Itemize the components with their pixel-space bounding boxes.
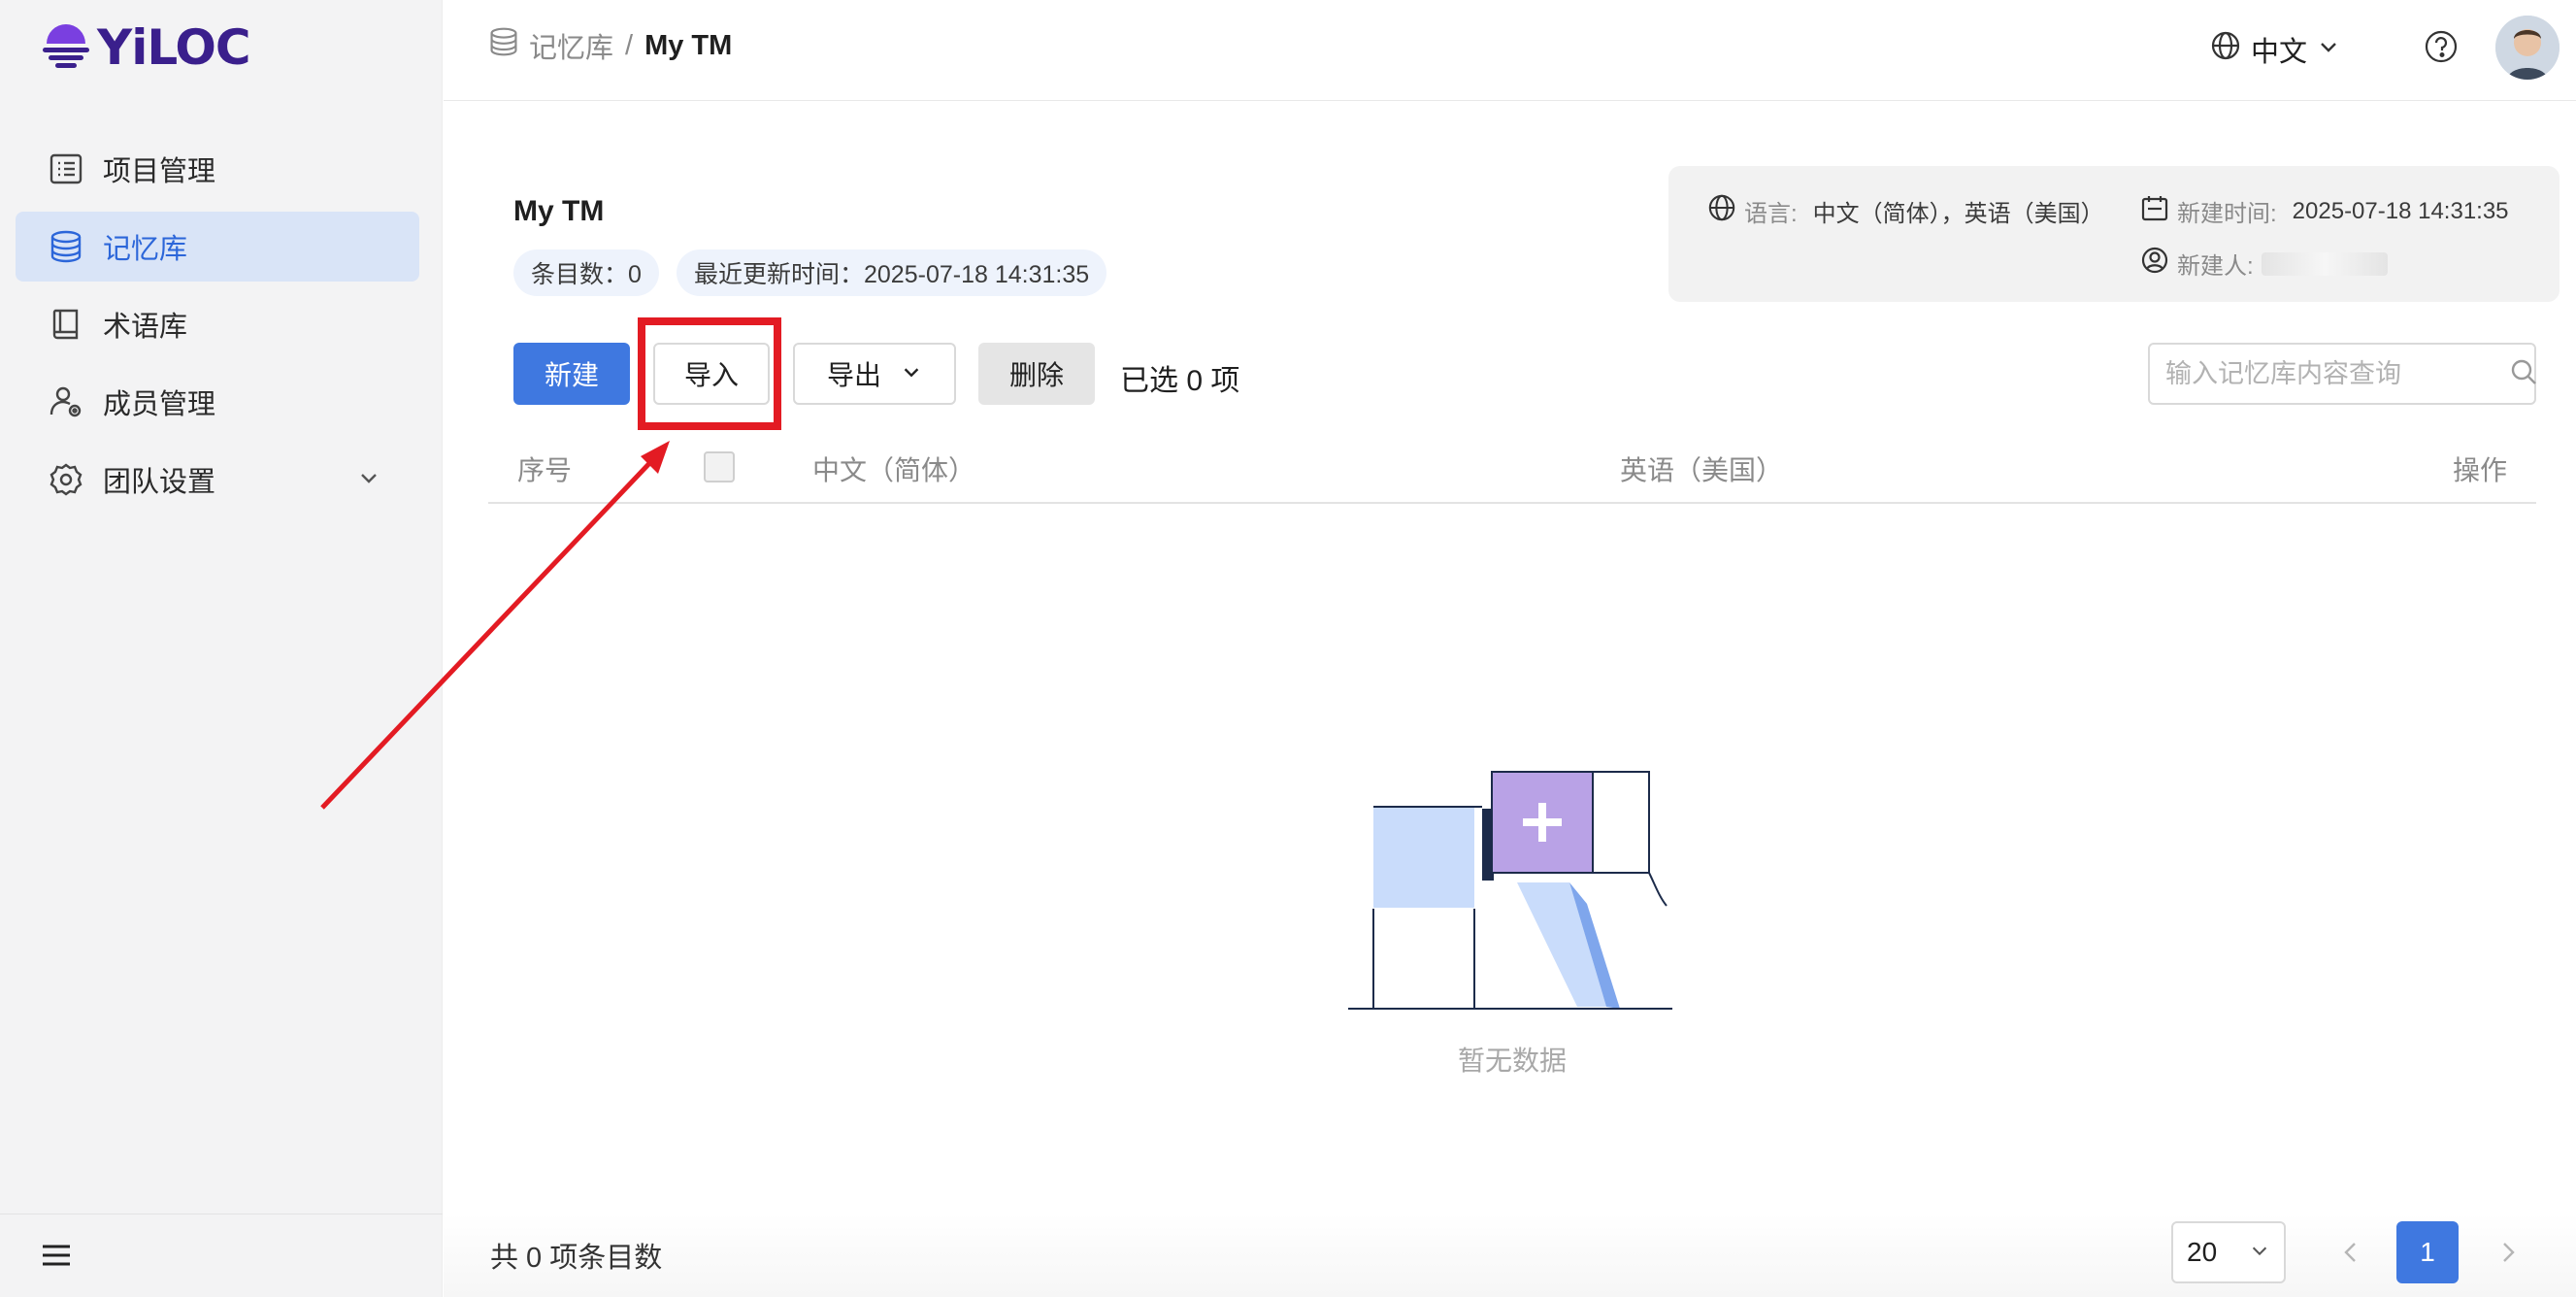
- info-creator-label: 新建人:: [2177, 253, 2254, 280]
- user-gear-icon: [47, 382, 85, 421]
- entry-count-badge: 条目数：0: [513, 249, 659, 296]
- search-icon[interactable]: [2509, 357, 2538, 391]
- project-list-icon: [47, 150, 85, 188]
- sidebar-item-members[interactable]: 成员管理: [16, 367, 419, 437]
- annotation-highlight-box: [638, 317, 781, 430]
- sidebar-item-label: 团队设置: [103, 467, 216, 498]
- info-created-label: 新建时间:: [2177, 201, 2277, 227]
- column-header-target: 英语（美国）: [1620, 455, 1784, 485]
- chevron-down-icon: [2317, 34, 2340, 66]
- sidebar-footer: [0, 1214, 443, 1297]
- search-input[interactable]: [2165, 358, 2509, 389]
- info-card: 语言: 中文（简体），英语（美国） 新建时间: 2025-07-18 14:31…: [1668, 166, 2559, 302]
- sidebar-item-projects[interactable]: 项目管理: [16, 134, 419, 204]
- empty-state-text: 暂无数据: [1458, 1046, 1568, 1076]
- info-creator: 新建人:: [2140, 246, 2388, 282]
- sidebar-item-team-settings[interactable]: 团队设置: [16, 445, 419, 515]
- language-switcher[interactable]: 中文: [2210, 29, 2340, 70]
- logo-text: YiLOC: [97, 19, 251, 76]
- gear-icon: [47, 460, 85, 499]
- empty-state-illustration: [1348, 771, 1672, 1010]
- info-language-value: 中文（简体），英语（美国）: [1812, 201, 2104, 227]
- creator-name-redacted: [2261, 251, 2388, 276]
- sidebar-item-label: 术语库: [103, 312, 188, 343]
- info-created: 新建时间: 2025-07-18 14:31:35: [2140, 193, 2509, 229]
- book-icon: [47, 305, 85, 344]
- sidebar-item-glossary[interactable]: 术语库: [16, 289, 419, 359]
- chevron-down-icon: [2249, 1237, 2270, 1268]
- user-circle-icon: [2140, 246, 2169, 282]
- sidebar-nav: 项目管理 记忆库 术语库 成员管理 团队设置: [16, 134, 419, 522]
- globe-icon: [1707, 193, 1736, 229]
- logo-mark-icon: [43, 24, 89, 68]
- main-content: My TM 条目数：0 最近更新时间：2025-07-18 14:31:35 语…: [320, 102, 2576, 1297]
- logo[interactable]: YiLOC: [41, 19, 251, 76]
- chevron-down-icon: [901, 358, 922, 389]
- breadcrumb-current: My TM: [644, 29, 733, 61]
- globe-icon: [2210, 30, 2241, 69]
- hamburger-menu-icon[interactable]: [39, 1238, 74, 1273]
- sidebar-item-label: 成员管理: [103, 389, 216, 420]
- new-button[interactable]: 新建: [513, 343, 630, 405]
- sidebar-item-label: 项目管理: [103, 156, 216, 187]
- export-label: 导出: [826, 360, 881, 390]
- page-title: My TM: [513, 195, 605, 227]
- page-number-button[interactable]: 1: [2396, 1221, 2459, 1283]
- sidebar-item-memory[interactable]: 记忆库: [16, 212, 419, 282]
- top-header: 记忆库 / My TM 中文: [444, 0, 2576, 101]
- info-created-value: 2025-07-18 14:31:35: [2292, 197, 2509, 224]
- info-language: 语言: 中文（简体），英语（美国）: [1707, 193, 2104, 229]
- select-all-checkbox[interactable]: [704, 451, 735, 482]
- database-icon: [47, 227, 85, 266]
- sidebar-item-label: 记忆库: [103, 234, 188, 265]
- search-box[interactable]: [2148, 343, 2536, 405]
- database-icon: [488, 26, 519, 65]
- avatar[interactable]: [2495, 16, 2559, 80]
- breadcrumb-separator: /: [625, 29, 634, 61]
- column-header-index: 序号: [517, 455, 573, 485]
- last-updated-badge: 最近更新时间：2025-07-18 14:31:35: [677, 249, 1107, 296]
- column-header-source: 中文（简体）: [812, 455, 976, 485]
- next-page-icon[interactable]: [2493, 1235, 2523, 1275]
- table-footer: 共 0 项条目数 20 1: [444, 1214, 2576, 1297]
- delete-button[interactable]: 删除: [978, 343, 1095, 405]
- selected-count: 已选 0 项: [1120, 365, 1240, 397]
- breadcrumb: 记忆库 / My TM: [488, 25, 732, 66]
- language-label: 中文: [2251, 37, 2308, 68]
- column-header-actions: 操作: [2453, 455, 2508, 485]
- breadcrumb-parent-link[interactable]: 记忆库: [529, 25, 613, 66]
- total-count: 共 0 项条目数: [490, 1243, 663, 1274]
- page-size-select[interactable]: 20: [2171, 1221, 2286, 1283]
- calendar-icon: [2140, 193, 2169, 229]
- table-header: 序号 中文（简体） 英语（美国） 操作: [488, 430, 2536, 504]
- chevron-down-icon[interactable]: [357, 466, 380, 494]
- help-icon[interactable]: [2424, 29, 2459, 69]
- export-dropdown[interactable]: 导出: [793, 343, 956, 405]
- page-size-value: 20: [2187, 1237, 2218, 1267]
- previous-page-icon[interactable]: [2336, 1235, 2365, 1275]
- info-language-label: 语言:: [1744, 201, 1798, 227]
- sidebar: YiLOC 项目管理 记忆库 术语库 成员管理 团队设置: [0, 0, 443, 1297]
